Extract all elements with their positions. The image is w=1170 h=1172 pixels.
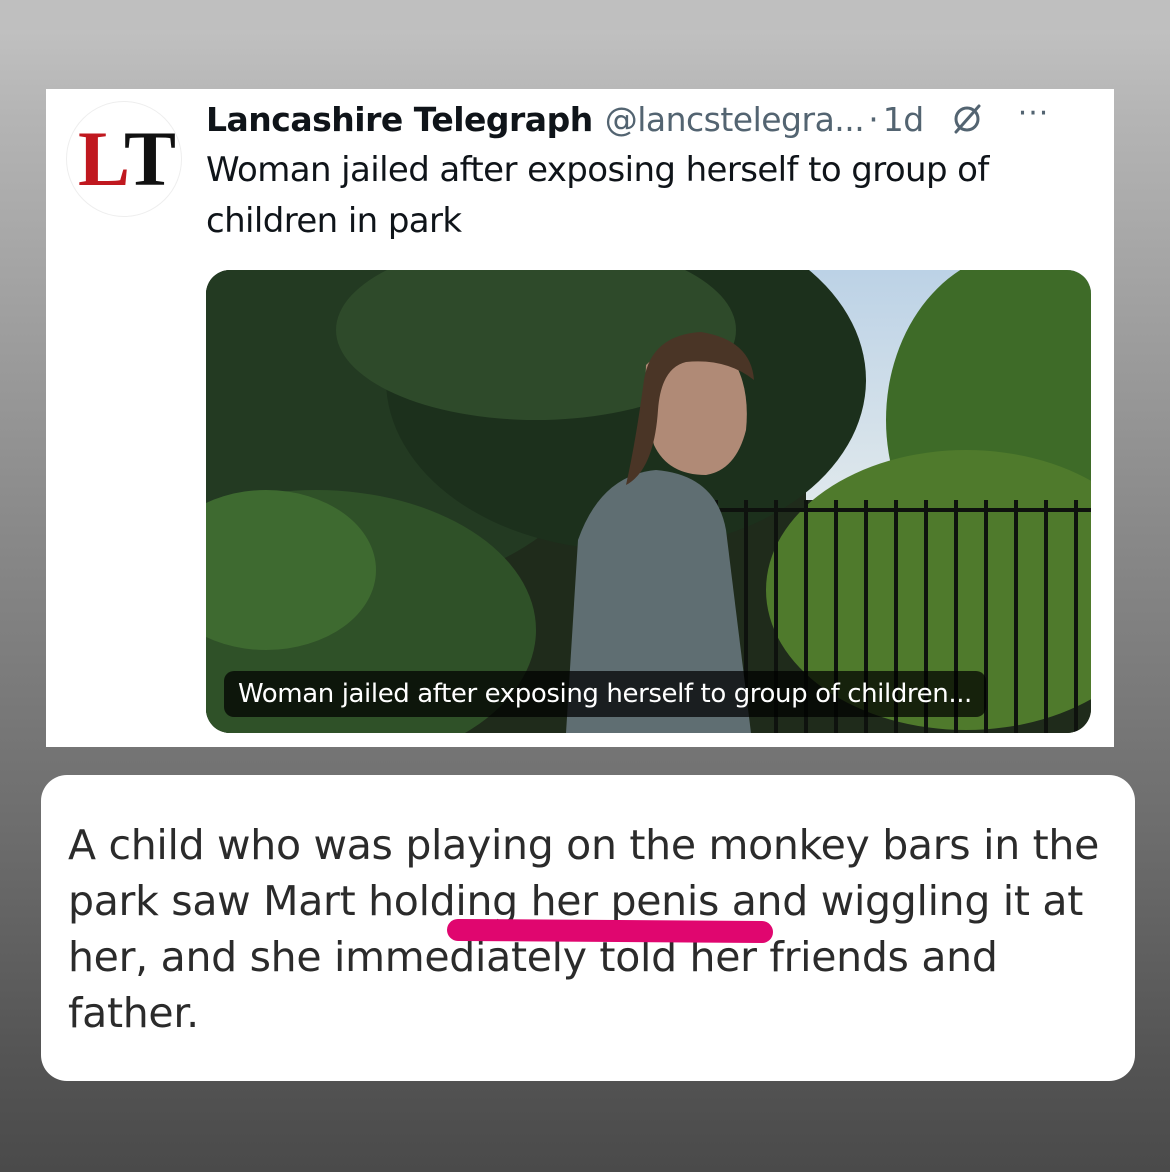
story-top-band (0, 0, 1170, 30)
more-options-icon[interactable]: ··· (1018, 96, 1050, 131)
tweet-text: Woman jailed after exposing herself to g… (206, 150, 989, 241)
publisher-avatar[interactable]: LT (66, 101, 182, 217)
tweet-header: Lancashire Telegraph @lancstelegra... · … (206, 96, 1096, 141)
avatar-logo-l: L (77, 115, 130, 202)
author-handle[interactable]: @lancstelegra... (605, 100, 865, 139)
header-separator: · (868, 99, 879, 139)
tweet-card[interactable]: LT Lancashire Telegraph @lancstelegra...… (46, 89, 1114, 747)
author-name[interactable]: Lancashire Telegraph (206, 100, 593, 139)
tweet-media-image[interactable]: Woman jailed after exposing herself to g… (206, 270, 1091, 733)
media-caption: Woman jailed after exposing herself to g… (224, 671, 986, 717)
tweet-timestamp[interactable]: 1d (883, 100, 924, 139)
highlight-underline-mark (446, 918, 774, 944)
grok-icon[interactable] (950, 102, 984, 136)
avatar-logo-t: T (124, 115, 176, 202)
park-photo (206, 270, 1091, 733)
